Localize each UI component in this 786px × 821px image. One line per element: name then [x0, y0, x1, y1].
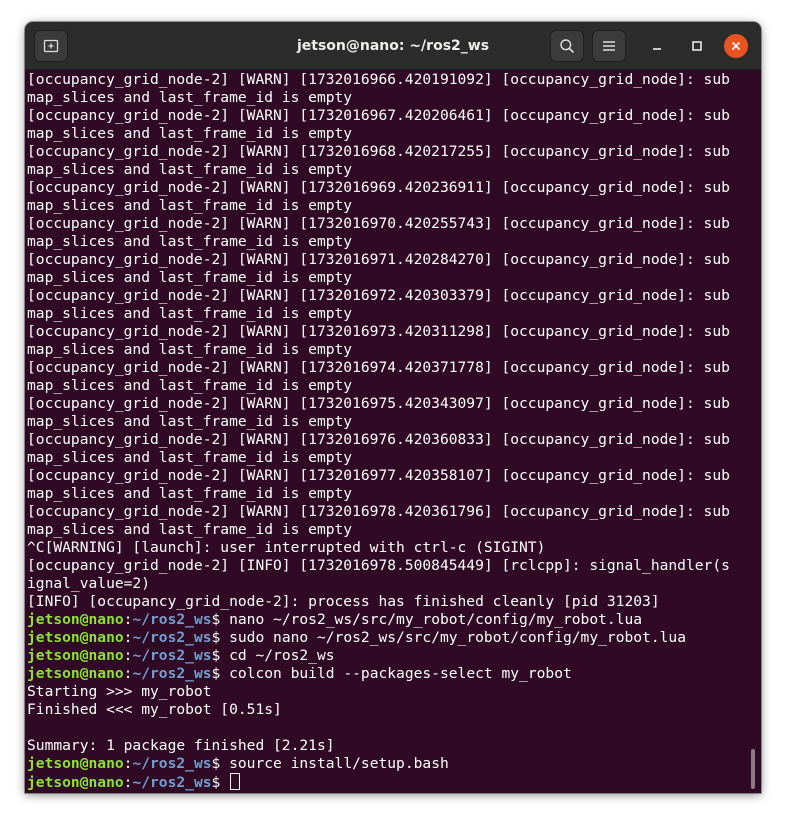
prompt-path: ~/ros2_ws — [132, 665, 212, 682]
output-line: map_slices and last_frame_id is empty — [27, 521, 353, 538]
prompt-user: jetson@nano — [27, 629, 124, 646]
command-text: cd ~/ros2_ws — [229, 647, 335, 664]
maximize-icon — [692, 41, 702, 51]
close-button[interactable] — [724, 34, 748, 58]
output-line: [occupancy_grid_node-2] [WARN] [17320169… — [27, 287, 730, 304]
output-line: [occupancy_grid_node-2] [WARN] [17320169… — [27, 431, 730, 448]
output-line: [occupancy_grid_node-2] [WARN] [17320169… — [27, 251, 730, 268]
prompt-symbol: $ — [211, 647, 230, 664]
build-output-line: Starting >>> my_robot — [27, 683, 212, 700]
prompt-symbol: $ — [211, 629, 230, 646]
output-line: map_slices and last_frame_id is empty — [27, 377, 353, 394]
output-line: [occupancy_grid_node-2] [WARN] [17320169… — [27, 359, 730, 376]
output-line: [occupancy_grid_node-2] [WARN] [17320169… — [27, 107, 730, 124]
output-line: [occupancy_grid_node-2] [WARN] [17320169… — [27, 179, 730, 196]
search-button[interactable] — [550, 30, 584, 62]
output-line: map_slices and last_frame_id is empty — [27, 305, 353, 322]
text-cursor — [230, 773, 241, 790]
prompt-line: jetson@nano:~/ros2_ws$ nano ~/ros2_ws/sr… — [27, 611, 747, 629]
prompt-line: jetson@nano:~/ros2_ws$ sudo nano ~/ros2_… — [27, 629, 747, 647]
terminal-output[interactable]: [occupancy_grid_node-2] [WARN] [17320169… — [27, 70, 747, 793]
output-line: [occupancy_grid_node-2] [WARN] [17320169… — [27, 143, 730, 160]
prompt-path: ~/ros2_ws — [132, 774, 212, 791]
command-text: nano ~/ros2_ws/src/my_robot/config/my_ro… — [229, 611, 643, 628]
prompt-symbol: $ — [211, 611, 230, 628]
output-line: [occupancy_grid_node-2] [WARN] [17320169… — [27, 503, 730, 520]
prompt-line: jetson@nano:~/ros2_ws$ colcon build --pa… — [27, 665, 747, 683]
output-line: [occupancy_grid_node-2] [WARN] [17320169… — [27, 395, 730, 412]
title-bar: jetson@nano: ~/ros2_ws — [25, 22, 761, 70]
window-title: jetson@nano: ~/ros2_ws — [296, 38, 490, 54]
output-line: map_slices and last_frame_id is empty — [27, 269, 353, 286]
maximize-button[interactable] — [685, 34, 709, 58]
output-line: map_slices and last_frame_id is empty — [27, 485, 353, 502]
build-output-line: Summary: 1 package finished [2.21s] — [27, 737, 335, 754]
prompt-path: ~/ros2_ws — [132, 611, 212, 628]
output-line: map_slices and last_frame_id is empty — [27, 449, 353, 466]
output-line: map_slices and last_frame_id is empty — [27, 161, 353, 178]
new-tab-button[interactable] — [34, 30, 68, 62]
close-icon — [731, 41, 741, 51]
menu-button[interactable] — [592, 30, 626, 62]
prompt-path: ~/ros2_ws — [132, 629, 212, 646]
hamburger-menu-icon — [603, 41, 615, 51]
prompt-symbol: $ — [211, 774, 230, 791]
command-text: colcon build --packages-select my_robot — [229, 665, 572, 682]
output-line: map_slices and last_frame_id is empty — [27, 197, 353, 214]
prompt-line: jetson@nano:~/ros2_ws$ cd ~/ros2_ws — [27, 647, 747, 665]
prompt-user: jetson@nano — [27, 665, 124, 682]
output-line: map_slices and last_frame_id is empty — [27, 413, 353, 430]
command-text: source install/setup.bash — [229, 755, 449, 772]
prompt-user: jetson@nano — [27, 647, 124, 664]
output-line: ^C[WARNING] [launch]: user interrupted w… — [27, 539, 546, 556]
output-line: [INFO] [occupancy_grid_node-2]: process … — [27, 593, 660, 610]
output-line: [occupancy_grid_node-2] [WARN] [17320169… — [27, 467, 730, 484]
output-line: ignal_value=2) — [27, 575, 151, 592]
output-line: map_slices and last_frame_id is empty — [27, 341, 353, 358]
output-line: [occupancy_grid_node-2] [INFO] [17320169… — [27, 557, 730, 574]
minimize-icon — [653, 48, 661, 50]
prompt-user: jetson@nano — [27, 755, 124, 772]
output-line: map_slices and last_frame_id is empty — [27, 233, 353, 250]
output-line: [occupancy_grid_node-2] [WARN] [17320169… — [27, 71, 730, 88]
output-line: map_slices and last_frame_id is empty — [27, 125, 353, 142]
output-line: map_slices and last_frame_id is empty — [27, 89, 353, 106]
prompt-user: jetson@nano — [27, 774, 124, 791]
prompt-user: jetson@nano — [27, 611, 124, 628]
scrollbar-thumb[interactable] — [751, 749, 755, 789]
build-output-line — [27, 719, 747, 737]
prompt-symbol: $ — [211, 665, 230, 682]
prompt-path: ~/ros2_ws — [132, 755, 212, 772]
output-line: [occupancy_grid_node-2] [WARN] [17320169… — [27, 215, 730, 232]
minimize-button[interactable] — [645, 34, 669, 58]
build-output-line: Finished <<< my_robot [0.51s] — [27, 701, 282, 718]
terminal-window: jetson@nano: ~/ros2_ws [occupancy_grid_n… — [25, 22, 761, 793]
output-line: [occupancy_grid_node-2] [WARN] [17320169… — [27, 323, 730, 340]
prompt-line: jetson@nano:~/ros2_ws$ source install/se… — [27, 755, 747, 773]
active-prompt-line[interactable]: jetson@nano:~/ros2_ws$ — [27, 773, 747, 791]
prompt-symbol: $ — [211, 755, 230, 772]
prompt-path: ~/ros2_ws — [132, 647, 212, 664]
command-text: sudo nano ~/ros2_ws/src/my_robot/config/… — [229, 629, 686, 646]
search-icon — [560, 39, 575, 54]
new-tab-icon — [43, 39, 59, 53]
